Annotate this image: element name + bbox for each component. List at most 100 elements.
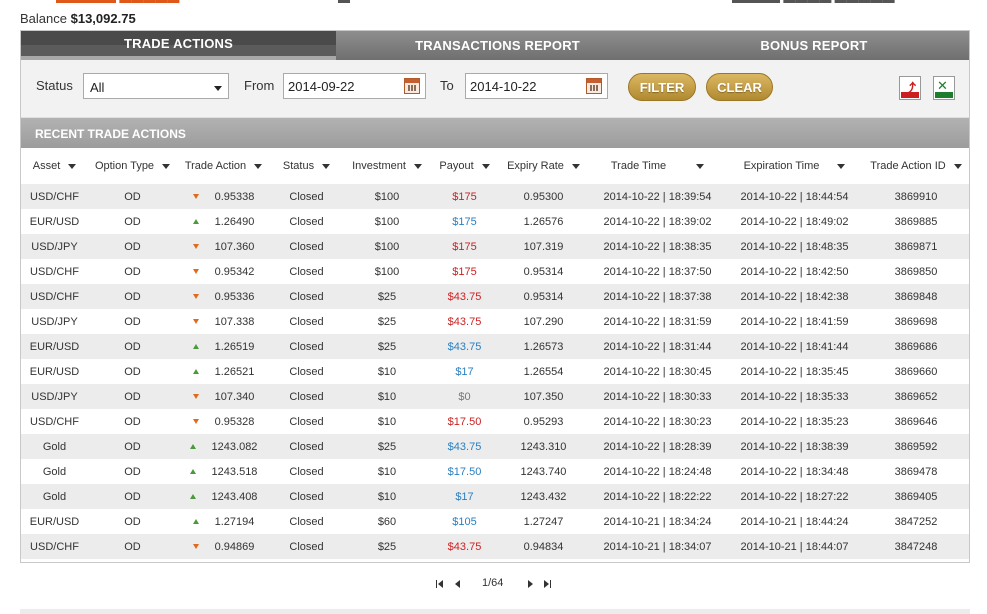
report-panel: TRADE ACTIONS TRANSACTIONS REPORT BONUS … — [20, 30, 970, 563]
table-row: USD/JPY OD 107.360 Closed $100 $175 107.319 201… — [21, 234, 969, 259]
arrow-down-icon — [192, 319, 199, 325]
sort-arrow-icon — [68, 163, 77, 169]
top-cutoff-gray-text-right: ▬▬▬▬ ▬▬▬▬ ▬▬▬▬▬ — [732, 0, 907, 6]
cell-trade-time: 2014-10-22 | 18:30:33 — [603, 390, 712, 403]
cell-status: Closed — [289, 315, 324, 328]
column-header-trade-time[interactable]: Trade Time — [589, 148, 726, 184]
from-label: From — [244, 78, 275, 93]
pdf-export-icon[interactable]: ⤴ — [899, 76, 921, 100]
to-date-input[interactable]: 2014-10-22 — [465, 73, 608, 99]
arrow-down-icon — [192, 544, 199, 550]
cell-investment: $60 — [377, 515, 397, 528]
cell-expiration-time: 2014-10-22 | 18:44:54 — [740, 190, 849, 203]
cell-option-type: OD — [124, 290, 141, 303]
arrow-up-icon — [192, 344, 199, 350]
cell-investment: $100 — [374, 240, 400, 253]
cell-asset: USD/JPY — [31, 390, 78, 403]
cell-asset: USD/CHF — [30, 265, 79, 278]
table-row: USD/JPY OD 107.340 Closed $10 $0 107.350 2014-1… — [21, 384, 969, 409]
chevron-down-icon — [214, 86, 222, 91]
column-header-asset[interactable]: Asset — [21, 148, 88, 184]
cell-status: Closed — [289, 440, 324, 453]
cell-trade-action-id: 3869405 — [894, 490, 938, 503]
balance-display: Balance $13,092.75 — [20, 11, 136, 26]
cell-trade-action: 1.26519 — [177, 334, 270, 359]
cell-expiry-rate: 107.290 — [523, 315, 564, 328]
cell-trade-time: 2014-10-22 | 18:24:48 — [603, 465, 712, 478]
cell-investment: $25 — [377, 540, 397, 553]
cell-trade-action: 0.95328 — [177, 409, 270, 434]
cell-payout: $175 — [452, 265, 477, 278]
calendar-icon[interactable] — [586, 78, 602, 94]
status-select[interactable]: All — [83, 73, 229, 99]
table-body: USD/CHF OD 0.95338 Closed $100 $175 0.95300 201… — [21, 184, 969, 559]
tab-trade-actions[interactable]: TRADE ACTIONS — [21, 31, 336, 60]
cell-option-type: OD — [124, 190, 141, 203]
cell-asset: EUR/USD — [29, 515, 80, 528]
column-header-trade-action-id[interactable]: Trade Action ID — [863, 148, 969, 184]
cell-trade-action-id: 3847248 — [894, 540, 938, 553]
cell-trade-action-id: 3847252 — [894, 515, 938, 528]
cell-investment: $25 — [377, 315, 397, 328]
trade-actions-table: Asset Option Type Trade Action Status In… — [21, 148, 969, 559]
cell-trade-action: 1243.082 — [177, 434, 270, 459]
cell-asset: EUR/USD — [29, 365, 80, 378]
arrow-up-icon — [192, 519, 199, 525]
prev-page-icon[interactable] — [455, 580, 460, 588]
column-header-option-type[interactable]: Option Type — [88, 148, 177, 184]
cell-expiration-time: 2014-10-22 | 18:48:35 — [740, 240, 849, 253]
cell-expiration-time: 2014-10-22 | 18:42:50 — [740, 265, 849, 278]
cell-payout: $175 — [452, 215, 477, 228]
cell-expiration-time: 2014-10-22 | 18:42:38 — [740, 290, 849, 303]
cell-trade-time: 2014-10-22 | 18:31:44 — [603, 340, 712, 353]
tab-transactions-report[interactable]: TRANSACTIONS REPORT — [336, 31, 659, 60]
sort-arrow-icon — [322, 163, 331, 169]
cell-option-type: OD — [124, 340, 141, 353]
column-header-expiration-time[interactable]: Expiration Time — [726, 148, 863, 184]
column-header-expiry-rate[interactable]: Expiry Rate — [498, 148, 589, 184]
status-label: Status — [36, 78, 73, 93]
table-row: USD/JPY OD 107.338 Closed $25 $43.75 107.290 20… — [21, 309, 969, 334]
cell-option-type: OD — [124, 390, 141, 403]
cell-trade-action: 107.338 — [177, 309, 270, 334]
filter-button[interactable]: FILTER — [628, 73, 696, 101]
cell-asset: USD/JPY — [31, 240, 78, 253]
cell-expiration-time: 2014-10-22 | 18:49:02 — [740, 215, 849, 228]
from-date-input[interactable]: 2014-09-22 — [283, 73, 426, 99]
xls-export-icon[interactable]: ✕ — [933, 76, 955, 100]
tab-bonus-report[interactable]: BONUS REPORT — [659, 31, 969, 60]
calendar-icon[interactable] — [404, 78, 420, 94]
clear-button[interactable]: CLEAR — [706, 73, 773, 101]
next-page-icon[interactable] — [528, 580, 533, 588]
table-row: Gold OD 1243.408 Closed $10 $17 1243.432 2014-1… — [21, 484, 969, 509]
cell-trade-action: 0.94869 — [177, 534, 270, 559]
cell-trade-action-id: 3869660 — [894, 365, 938, 378]
column-header-investment[interactable]: Investment — [343, 148, 431, 184]
cell-payout: $175 — [452, 240, 477, 253]
cell-payout: $0 — [458, 390, 471, 403]
cell-payout: $175 — [452, 190, 477, 203]
cell-investment: $10 — [377, 465, 397, 478]
arrow-down-icon — [192, 269, 199, 275]
column-header-payout[interactable]: Payout — [431, 148, 498, 184]
cell-payout: $43.75 — [447, 315, 482, 328]
sort-arrow-icon — [481, 163, 490, 169]
cell-asset: USD/CHF — [30, 190, 79, 203]
cell-trade-time: 2014-10-22 | 18:38:35 — [603, 240, 712, 253]
report-tabs: TRADE ACTIONS TRANSACTIONS REPORT BONUS … — [21, 31, 969, 60]
table-row: USD/CHF OD 0.95338 Closed $100 $175 0.95300 201… — [21, 184, 969, 209]
cell-trade-action: 1.26521 — [177, 359, 270, 384]
cell-asset: EUR/USD — [29, 215, 80, 228]
arrow-up-icon — [192, 369, 199, 375]
cell-trade-action: 107.360 — [177, 234, 270, 259]
cell-option-type: OD — [124, 365, 141, 378]
column-header-trade-action[interactable]: Trade Action — [177, 148, 270, 184]
table-row: USD/CHF OD 0.95342 Closed $100 $175 0.95314 201… — [21, 259, 969, 284]
column-header-status[interactable]: Status — [270, 148, 343, 184]
cell-investment: $25 — [377, 290, 397, 303]
top-cutoff-gray-text: ▬ — [338, 0, 350, 6]
cell-trade-time: 2014-10-22 | 18:28:39 — [603, 440, 712, 453]
cell-trade-time: 2014-10-21 | 18:34:07 — [603, 540, 712, 553]
cell-payout: $17 — [455, 490, 474, 503]
cell-trade-action: 107.340 — [177, 384, 270, 409]
